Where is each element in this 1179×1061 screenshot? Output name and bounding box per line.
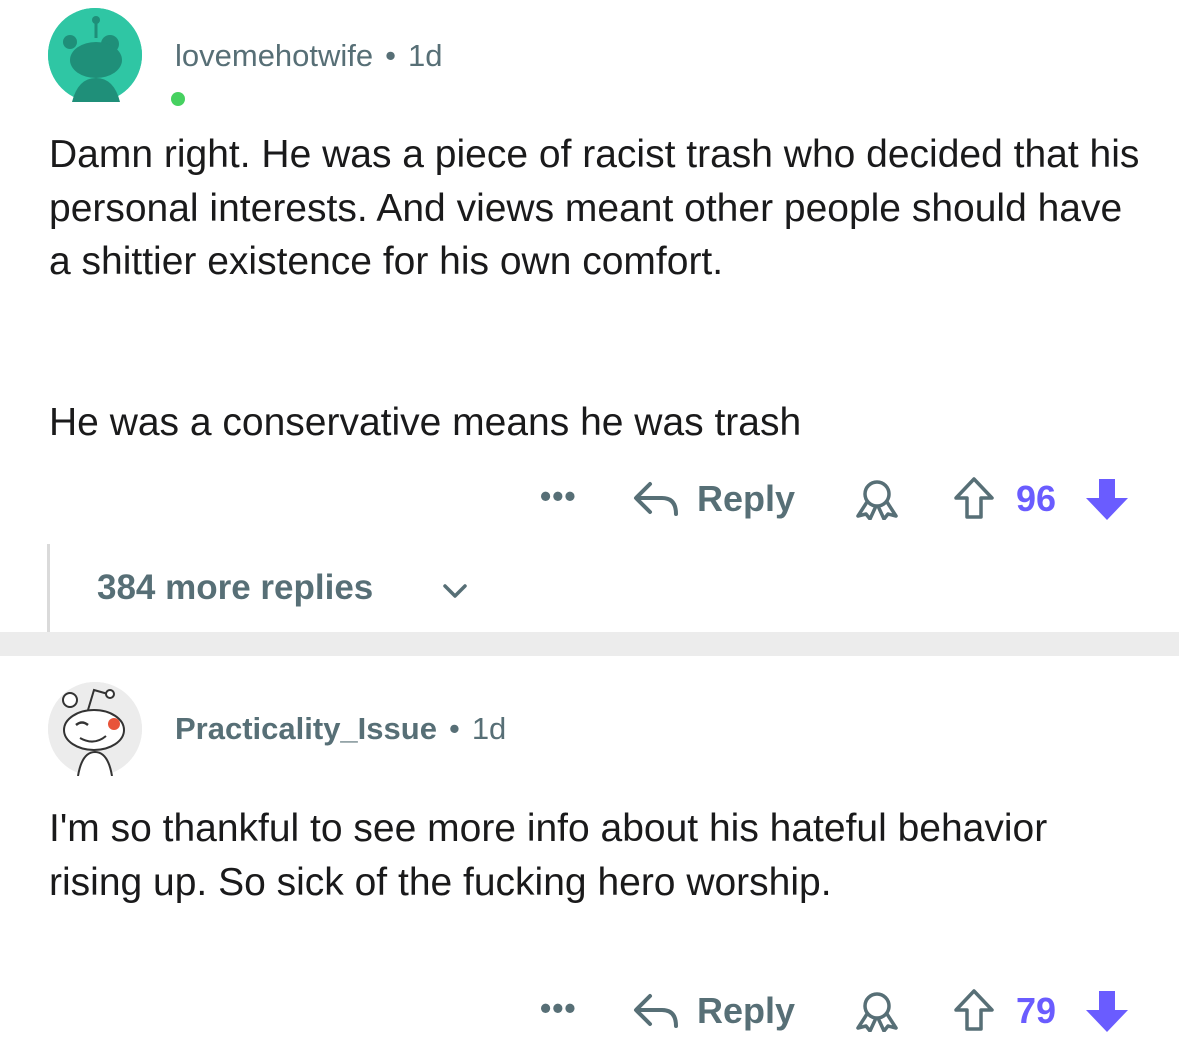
upvote-icon[interactable] (952, 476, 996, 520)
meta-separator: • (448, 711, 460, 746)
comment-age: 1d (471, 711, 507, 746)
user-avatar[interactable] (48, 8, 189, 110)
comment-paragraph: I'm so thankful to see more info about h… (49, 807, 1048, 904)
award-icon[interactable] (852, 990, 902, 1032)
thread-line[interactable] (47, 544, 50, 632)
comment-meta: lovemehotwife • 1d (175, 38, 443, 74)
online-status-icon (167, 88, 189, 110)
comment: Practicality_Issue • 1d I'm so thankful to… (0, 656, 1179, 1061)
downvote-icon[interactable] (1083, 476, 1131, 522)
comment: lovemehotwife • 1d Damn right. He was a pi… (0, 0, 1179, 632)
comment-body: Damn right. He was a piece of racist tra… (49, 128, 1149, 289)
username[interactable]: Practicality_Issue (175, 711, 437, 746)
snoo-avatar-icon (48, 8, 142, 102)
reply-button[interactable]: Reply (697, 990, 795, 1032)
upvote-icon[interactable] (952, 988, 996, 1032)
comment-actions: ••• Reply 79 (0, 986, 1179, 1036)
user-avatar[interactable] (48, 682, 142, 777)
reply-icon[interactable] (632, 992, 680, 1030)
comment-body: I'm so thankful to see more info about h… (49, 802, 1149, 909)
more-replies-link[interactable]: 384 more replies (97, 568, 373, 608)
vote-score: 96 (1016, 478, 1057, 519)
vote-score: 79 (1016, 990, 1057, 1031)
comment-age: 1d (408, 38, 443, 73)
reply-icon[interactable] (632, 480, 680, 518)
comment-meta: Practicality_Issue • 1d (175, 711, 506, 747)
more-options-button[interactable]: ••• (540, 990, 577, 1027)
downvote-icon[interactable] (1083, 988, 1131, 1034)
comment-actions: ••• Reply 96 (0, 474, 1179, 524)
comment-paragraph: He was a conservative means he was trash (49, 401, 802, 444)
reply-button[interactable]: Reply (697, 478, 795, 520)
comment-separator (0, 632, 1179, 656)
comment-paragraph: Damn right. He was a piece of racist tra… (49, 133, 1140, 283)
more-options-button[interactable]: ••• (540, 478, 577, 515)
snoo-avatar-icon (48, 682, 142, 777)
chevron-down-icon[interactable] (440, 580, 470, 602)
username[interactable]: lovemehotwife (175, 38, 373, 73)
award-icon[interactable] (852, 478, 902, 520)
meta-separator: • (385, 38, 397, 73)
comment-body: He was a conservative means he was trash (49, 396, 1149, 450)
